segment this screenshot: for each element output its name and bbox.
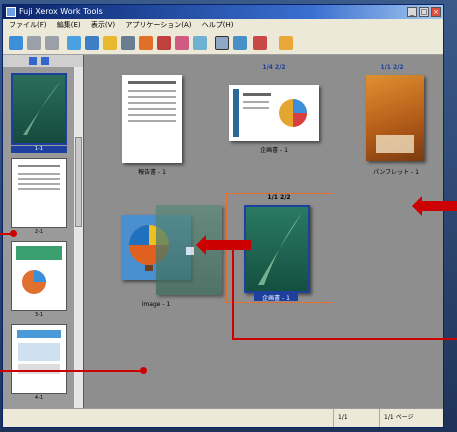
stapler-icon[interactable] xyxy=(121,36,135,50)
page-count-label: 1/1 2/2 xyxy=(267,194,291,201)
menu-bar: ファイル(F) 編集(E) 表示(V) アプリケーション(A) ヘルプ(H) xyxy=(3,19,443,32)
print-icon[interactable] xyxy=(139,36,153,50)
settings-icon[interactable] xyxy=(253,36,267,50)
callout-arrow xyxy=(196,235,251,255)
scan-icon[interactable] xyxy=(157,36,171,50)
selected-document-label: 企画書 - 1 xyxy=(254,293,298,302)
document-thumbnail[interactable] xyxy=(229,85,319,141)
leaf-image xyxy=(23,81,61,135)
menu-edit[interactable]: 編集(E) xyxy=(57,21,81,29)
status-bar: 1/1 1/1 ページ xyxy=(3,408,443,427)
page-icon[interactable] xyxy=(233,36,247,50)
open-icon[interactable] xyxy=(67,36,81,50)
close-button[interactable]: × xyxy=(431,7,441,17)
new-icon[interactable] xyxy=(9,36,23,50)
callout-line xyxy=(232,338,457,340)
document-workspace[interactable]: 報告書 - 1 1/4 2/2 企画書 - 1 1/1 2/2 パンフレット -… xyxy=(84,55,443,410)
status-message xyxy=(3,409,333,427)
sidebar-thumbnail[interactable] xyxy=(11,324,67,394)
title-bar[interactable]: Fuji Xerox Work Tools _ □ × xyxy=(3,5,443,19)
callout-dot xyxy=(140,367,147,374)
sidebar-thumbnail-caption: 4-1 xyxy=(34,395,44,401)
chart-image xyxy=(22,270,46,294)
menu-file[interactable]: ファイル(F) xyxy=(9,21,47,29)
callout-line xyxy=(0,370,143,372)
binder-icon[interactable] xyxy=(103,36,117,50)
dragged-document-thumbnail[interactable] xyxy=(156,205,222,295)
prev-page-icon[interactable] xyxy=(29,57,37,65)
mail-icon[interactable] xyxy=(175,36,189,50)
app-window: Fuji Xerox Work Tools _ □ × ファイル(F) 編集(E… xyxy=(2,4,444,428)
cursor-icon xyxy=(186,247,194,255)
document-label: 企画書 - 1 xyxy=(260,147,288,154)
view-icon[interactable] xyxy=(215,36,229,50)
trash-icon[interactable] xyxy=(193,36,207,50)
status-page-count: 1/1 ページ xyxy=(379,409,443,427)
sidebar-thumbnail-caption: 1-1 xyxy=(11,146,67,153)
redo-icon[interactable] xyxy=(45,36,59,50)
pie-chart-image xyxy=(279,99,307,127)
document-thumbnail[interactable] xyxy=(366,75,424,161)
page-count-label: 1/4 2/2 xyxy=(262,64,286,71)
sidebar-thumbnail[interactable] xyxy=(11,158,67,228)
app-icon xyxy=(6,7,16,17)
menu-view[interactable]: 表示(V) xyxy=(91,21,115,29)
page-count-label: 1/1 2/2 xyxy=(380,64,404,71)
callout-arrow xyxy=(412,196,457,216)
sidebar-thumbnail-caption: 2-1 xyxy=(34,229,44,235)
toolbar xyxy=(3,32,443,55)
sidebar-header xyxy=(3,55,83,67)
sidebar-thumbnail[interactable] xyxy=(11,241,67,311)
sidebar-thumbnail[interactable] xyxy=(11,73,67,145)
menu-application[interactable]: アプリケーション(A) xyxy=(125,21,191,29)
sidebar-scrollbar[interactable] xyxy=(74,67,83,410)
callout-dot xyxy=(10,230,17,237)
send-icon[interactable] xyxy=(279,36,293,50)
undo-icon[interactable] xyxy=(27,36,41,50)
save-icon[interactable] xyxy=(85,36,99,50)
document-label: パンフレット - 1 xyxy=(373,169,419,176)
document-label: 報告書 - 1 xyxy=(138,169,166,176)
document-label: image - 1 xyxy=(141,301,171,308)
status-page-position: 1/1 xyxy=(333,409,379,427)
selected-document-thumbnail[interactable] xyxy=(244,205,310,293)
window-title: Fuji Xerox Work Tools xyxy=(19,7,103,16)
leaf-image xyxy=(258,213,302,285)
next-page-icon[interactable] xyxy=(41,57,49,65)
menu-help[interactable]: ヘルプ(H) xyxy=(202,21,234,29)
document-thumbnail[interactable] xyxy=(122,75,182,163)
callout-line xyxy=(232,245,234,340)
minimize-button[interactable]: _ xyxy=(407,7,417,17)
scrollbar-thumb[interactable] xyxy=(75,137,82,227)
sidebar-thumbnail-caption: 3-1 xyxy=(34,312,44,318)
maximize-button[interactable]: □ xyxy=(419,7,429,17)
